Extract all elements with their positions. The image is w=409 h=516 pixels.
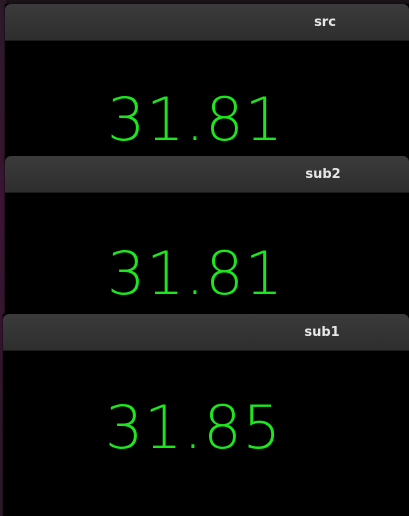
- window-content: 31.85: [3, 351, 409, 516]
- value-display: 31.85: [105, 393, 282, 463]
- window-sub1[interactable]: sub1 31.85: [3, 314, 409, 516]
- window-sub2[interactable]: sub2 31.81: [5, 156, 409, 321]
- titlebar-src[interactable]: src: [5, 4, 409, 41]
- window-content: 31.81: [5, 193, 409, 321]
- titlebar-sub1[interactable]: sub1: [3, 314, 409, 351]
- window-title: sub2: [305, 167, 341, 182]
- window-title: src: [314, 15, 336, 30]
- value-display: 31.81: [107, 239, 284, 309]
- window-src[interactable]: src 31.81: [5, 4, 409, 164]
- titlebar-sub2[interactable]: sub2: [5, 156, 409, 193]
- window-title: sub1: [304, 325, 340, 340]
- value-display: 31.81: [107, 85, 284, 155]
- window-content: 31.81: [5, 41, 409, 164]
